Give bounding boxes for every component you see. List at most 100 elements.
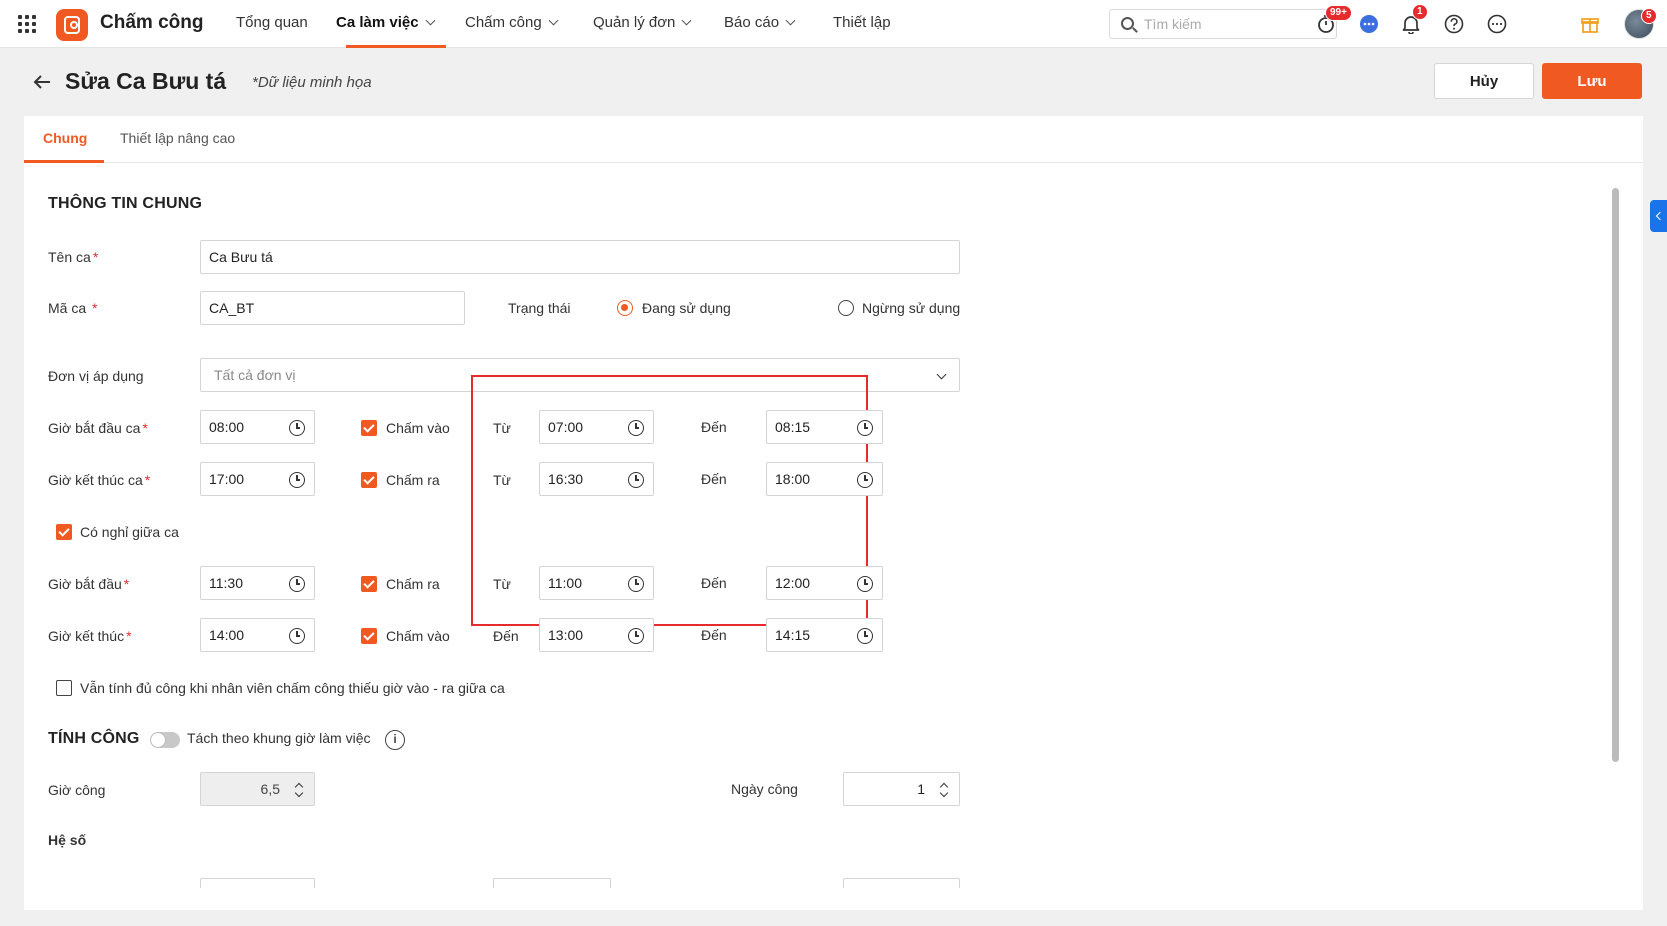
break-check-out-checkbox[interactable]: [361, 576, 377, 592]
break-start-from-input[interactable]: 11:00: [539, 566, 654, 600]
shift-code-label: Mã ca *: [48, 300, 98, 316]
tab-bar: Chung Thiết lập nâng cao: [24, 116, 1643, 163]
clock-icon: [289, 472, 305, 488]
nav-label: Báo cáo: [724, 14, 780, 31]
start-to-input[interactable]: 08:15: [766, 410, 883, 444]
app-logo: [56, 9, 88, 41]
notification-badge: 1: [1412, 4, 1428, 20]
clock-icon: [289, 576, 305, 592]
end-time-input[interactable]: 17:00: [200, 462, 315, 496]
full-credit-checkbox[interactable]: [56, 680, 72, 696]
top-bar: Chấm công Tổng quan Ca làm việc Chấm côn…: [0, 0, 1667, 48]
break-check-in-checkbox[interactable]: [361, 628, 377, 644]
input-value: 6,5: [260, 781, 280, 797]
more-icon[interactable]: [1487, 14, 1507, 34]
clock-icon: [857, 628, 873, 644]
gift-icon[interactable]: [1580, 14, 1600, 34]
status-label: Trạng thái: [508, 300, 571, 316]
break-start-input[interactable]: 11:30: [200, 566, 315, 600]
nav-bao-cao[interactable]: Báo cáo: [724, 14, 796, 31]
break-end-to-input[interactable]: 14:15: [766, 618, 883, 652]
nav-thiet-lap[interactable]: Thiết lập: [833, 14, 891, 31]
check-in-checkbox[interactable]: [361, 420, 377, 436]
coef-input-3[interactable]: [843, 878, 960, 888]
from-label: Đến: [493, 628, 519, 644]
break-end-input[interactable]: 14:00: [200, 618, 315, 652]
days-input[interactable]: 1: [843, 772, 960, 806]
clock-icon: [857, 472, 873, 488]
from-label: Từ: [493, 420, 511, 436]
shift-code-input[interactable]: CA_BT: [200, 291, 465, 325]
clock-icon: [628, 576, 644, 592]
cancel-button[interactable]: Hủy: [1434, 63, 1534, 99]
back-arrow-icon[interactable]: [32, 72, 52, 92]
status-inactive-radio[interactable]: [838, 300, 854, 316]
to-label: Đến: [701, 471, 727, 487]
split-toggle[interactable]: [150, 732, 180, 748]
app-name: Chấm công: [100, 12, 204, 33]
label-text: Mã ca: [48, 300, 91, 316]
to-label: Đến: [701, 575, 727, 591]
status-active-radio[interactable]: [617, 300, 633, 316]
hours-input[interactable]: 6,5: [200, 772, 315, 806]
label-text: Tên ca: [48, 249, 91, 265]
help-icon[interactable]: [1444, 14, 1464, 34]
nav-label: Chấm công: [465, 14, 542, 31]
coef-input-2[interactable]: [493, 878, 611, 888]
clock-icon: [628, 420, 644, 436]
break-start-to-input[interactable]: 12:00: [766, 566, 883, 600]
search-box[interactable]: [1109, 9, 1337, 39]
start-time-label: Giờ bắt đầu ca *: [48, 420, 148, 436]
start-time-input[interactable]: 08:00: [200, 410, 315, 444]
chevron-down-icon: [785, 15, 796, 26]
chevron-down-icon: [548, 15, 559, 26]
spinner-icon[interactable]: [294, 781, 304, 799]
coef-input-1[interactable]: [200, 878, 315, 888]
shift-name-input[interactable]: Ca Bưu tá: [200, 240, 960, 274]
end-from-input[interactable]: 16:30: [539, 462, 654, 496]
app-grid-icon[interactable]: [18, 15, 36, 33]
chevron-down-icon: [425, 15, 436, 26]
page-title: Sửa Ca Bưu tá: [65, 68, 227, 94]
clock-icon: [857, 576, 873, 592]
check-out-checkbox[interactable]: [361, 472, 377, 488]
from-label: Từ: [493, 472, 511, 488]
search-input[interactable]: [1144, 15, 1329, 33]
nav-quan-ly-don[interactable]: Quản lý đơn: [593, 14, 692, 31]
clock-icon: [857, 420, 873, 436]
coef-inputs-row: [24, 878, 1609, 888]
spinner-icon[interactable]: [939, 781, 949, 799]
nav-active-indicator: [346, 45, 446, 48]
label-text: Giờ bắt đầu ca: [48, 420, 141, 436]
start-from-input[interactable]: 07:00: [539, 410, 654, 444]
nav-ca-lam-viec[interactable]: Ca làm việc: [336, 14, 436, 31]
input-value: CA_BT: [209, 300, 255, 316]
shift-name-label: Tên ca *: [48, 249, 99, 265]
break-check-out-label: Chấm ra: [386, 576, 440, 592]
chevron-down-icon: [681, 15, 692, 26]
break-start-label: Giờ bắt đầu *: [48, 576, 130, 592]
info-icon[interactable]: i: [385, 730, 405, 750]
nav-label: Tổng quan: [236, 14, 308, 31]
chat-icon[interactable]: [1359, 14, 1379, 34]
label-text: Giờ kết thúc ca: [48, 472, 143, 488]
label-text: Giờ bắt đầu: [48, 576, 122, 592]
status-active-label: Đang sử dụng: [642, 300, 731, 316]
save-button[interactable]: Lưu: [1542, 63, 1642, 99]
scrollbar-thumb[interactable]: [1612, 188, 1619, 762]
break-checkbox[interactable]: [56, 524, 72, 540]
input-value: Ca Bưu tá: [209, 249, 273, 265]
nav-tong-quan[interactable]: Tổng quan: [236, 14, 308, 31]
tab-general[interactable]: Chung: [43, 130, 87, 146]
unit-label: Đơn vị áp dụng: [48, 368, 144, 384]
side-panel-toggle[interactable]: [1650, 200, 1667, 232]
tab-advanced[interactable]: Thiết lập nâng cao: [120, 130, 235, 146]
input-value: 1: [917, 781, 925, 797]
nav-cham-cong[interactable]: Chấm công: [465, 14, 559, 31]
end-to-input[interactable]: 18:00: [766, 462, 883, 496]
page-note: *Dữ liệu minh họa: [252, 74, 372, 91]
break-label: Có nghỉ giữa ca: [80, 524, 179, 540]
clock-icon: [628, 472, 644, 488]
break-end-from-input[interactable]: 13:00: [539, 618, 654, 652]
break-end-label: Giờ kết thúc *: [48, 628, 132, 644]
